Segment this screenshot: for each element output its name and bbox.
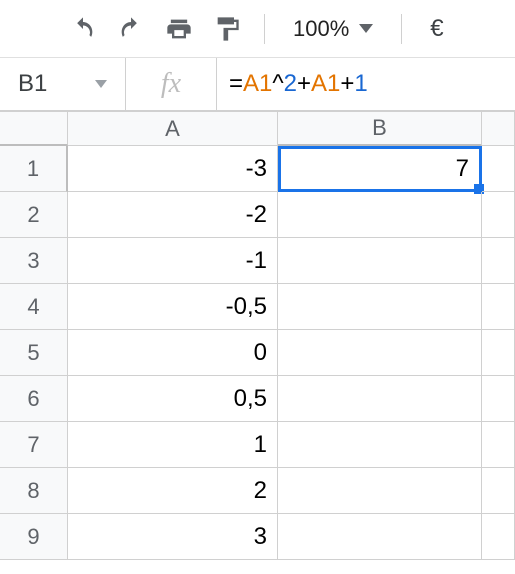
formula-token-ref: A1 (243, 70, 272, 98)
zoom-label: 100% (293, 16, 349, 42)
formula-token-op: ^ (272, 70, 283, 98)
cell-rest[interactable] (482, 376, 515, 422)
cell-B3[interactable] (278, 238, 482, 284)
formula-bar: B1 fx =A1^2+A1+1 (0, 58, 515, 112)
column-header-B[interactable]: B (278, 112, 482, 146)
cell-B6[interactable] (278, 376, 482, 422)
table-row: 50 (0, 330, 515, 376)
table-row: 2-2 (0, 192, 515, 238)
cell-A1[interactable]: -3 (68, 146, 278, 192)
table-row: 71 (0, 422, 515, 468)
row-header[interactable]: 2 (0, 192, 68, 238)
cell-A7[interactable]: 1 (68, 422, 278, 468)
table-row: 4-0,5 (0, 284, 515, 330)
cell-rest[interactable] (482, 330, 515, 376)
column-headers: A B (0, 112, 515, 146)
redo-icon[interactable] (116, 14, 146, 44)
cell-A5[interactable]: 0 (68, 330, 278, 376)
row-header[interactable]: 1 (0, 146, 68, 192)
column-header-A[interactable]: A (68, 112, 278, 146)
formula-token-num: 1 (354, 70, 367, 98)
cell-A4[interactable]: -0,5 (68, 284, 278, 330)
chevron-down-icon (359, 24, 373, 33)
toolbar-separator (401, 14, 402, 44)
name-box-value: B1 (18, 70, 47, 98)
toolbar: 100% € (0, 0, 515, 58)
row-header[interactable]: 6 (0, 376, 68, 422)
cell-B7[interactable] (278, 422, 482, 468)
formula-token-op: = (229, 70, 243, 98)
cell-B4[interactable] (278, 284, 482, 330)
table-row: 3-1 (0, 238, 515, 284)
row-header[interactable]: 4 (0, 284, 68, 330)
row-header[interactable]: 9 (0, 514, 68, 560)
spreadsheet-grid: A B 1-372-23-14-0,55060,5718293 (0, 112, 515, 560)
cell-B5[interactable] (278, 330, 482, 376)
formula-input[interactable]: =A1^2+A1+1 (217, 58, 515, 110)
formula-token-op: + (297, 70, 311, 98)
row-header[interactable]: 5 (0, 330, 68, 376)
cell-rest[interactable] (482, 146, 515, 192)
table-row: 60,5 (0, 376, 515, 422)
formula-token-ref: A1 (311, 70, 340, 98)
cell-A9[interactable]: 3 (68, 514, 278, 560)
cell-rest[interactable] (482, 238, 515, 284)
undo-icon[interactable] (68, 14, 98, 44)
paint-format-icon[interactable] (212, 14, 242, 44)
zoom-dropdown[interactable]: 100% (287, 16, 379, 42)
cell-A3[interactable]: -1 (68, 238, 278, 284)
cell-B8[interactable] (278, 468, 482, 514)
cell-A2[interactable]: -2 (68, 192, 278, 238)
cell-B2[interactable] (278, 192, 482, 238)
chevron-down-icon (95, 80, 107, 88)
table-row: 1-37 (0, 146, 515, 192)
cell-A8[interactable]: 2 (68, 468, 278, 514)
cell-rest[interactable] (482, 192, 515, 238)
cell-rest[interactable] (482, 422, 515, 468)
cell-B1[interactable]: 7 (278, 146, 482, 192)
row-header[interactable]: 7 (0, 422, 68, 468)
column-header-rest[interactable] (482, 112, 515, 146)
fx-icon: fx (126, 58, 216, 110)
cell-rest[interactable] (482, 468, 515, 514)
currency-format-button[interactable]: € (424, 15, 449, 43)
cell-A6[interactable]: 0,5 (68, 376, 278, 422)
print-icon[interactable] (164, 14, 194, 44)
row-header[interactable]: 3 (0, 238, 68, 284)
row-header[interactable]: 8 (0, 468, 68, 514)
table-row: 82 (0, 468, 515, 514)
cell-rest[interactable] (482, 514, 515, 560)
cell-B9[interactable] (278, 514, 482, 560)
select-all-corner[interactable] (0, 112, 68, 146)
table-row: 93 (0, 514, 515, 560)
toolbar-separator (264, 14, 265, 44)
name-box[interactable]: B1 (0, 58, 125, 110)
formula-token-num: 2 (284, 70, 297, 98)
cell-rest[interactable] (482, 284, 515, 330)
formula-token-op: + (340, 70, 354, 98)
